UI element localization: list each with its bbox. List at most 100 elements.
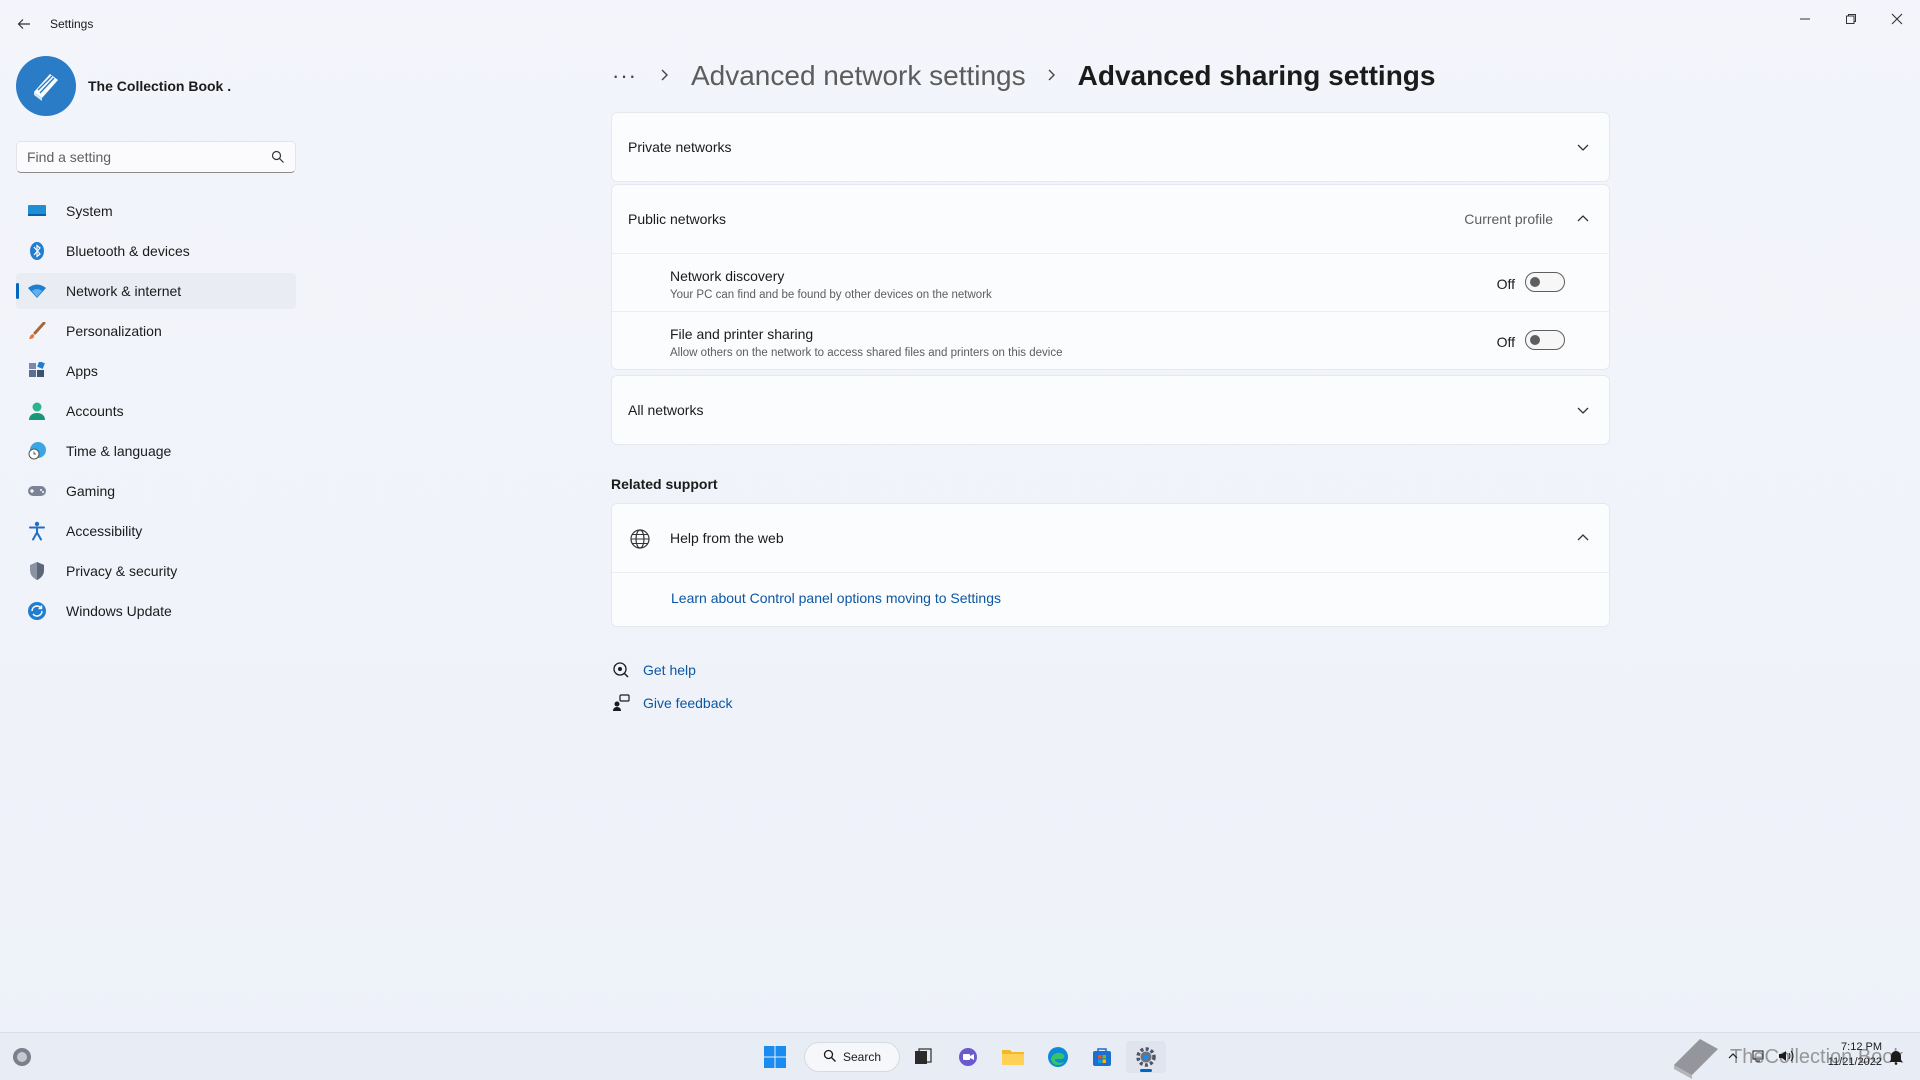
search-input[interactable] — [17, 142, 257, 172]
sidebar-item-bluetooth[interactable]: Bluetooth & devices — [16, 233, 296, 269]
network-discovery-toggle[interactable] — [1525, 272, 1565, 292]
sidebar-item-gaming[interactable]: Gaming — [16, 473, 296, 509]
chevron-down-icon[interactable] — [1575, 139, 1591, 155]
chevron-down-icon[interactable] — [1575, 402, 1591, 418]
help-from-web-header[interactable]: Help from the web — [612, 504, 1609, 572]
chat-icon[interactable] — [948, 1041, 988, 1073]
network-tray-icon[interactable] — [1752, 1049, 1768, 1066]
clock-time: 7:12 PM — [1841, 1041, 1882, 1053]
start-icon[interactable] — [755, 1041, 795, 1073]
book-watermark-icon — [1674, 1039, 1718, 1079]
widgets-icon[interactable] — [2, 1041, 42, 1073]
sidebar-item-label: System — [66, 203, 113, 219]
sidebar-item-network[interactable]: Network & internet — [16, 273, 296, 309]
settings-taskbar-icon[interactable] — [1126, 1041, 1166, 1073]
gamepad-icon — [26, 480, 48, 502]
divider — [612, 572, 1609, 573]
sidebar-item-privacy[interactable]: Privacy & security — [16, 553, 296, 589]
wifi-icon — [26, 280, 48, 302]
back-arrow-icon[interactable] — [14, 14, 34, 34]
help-chat-icon — [611, 660, 631, 680]
related-support-title: Related support — [611, 476, 718, 492]
search-icon[interactable] — [271, 150, 285, 164]
system-icon — [26, 200, 48, 222]
setting-title: File and printer sharing — [670, 326, 814, 342]
public-networks-label: Public networks — [628, 211, 727, 227]
edge-icon[interactable] — [1038, 1041, 1078, 1073]
profile-name: The Collection Book . — [88, 78, 232, 94]
taskbar-search-label: Search — [843, 1050, 882, 1064]
minimize-icon[interactable] — [1782, 4, 1828, 34]
get-help-label: Get help — [643, 662, 696, 678]
close-icon[interactable] — [1874, 4, 1920, 34]
toggle-knob — [1530, 277, 1540, 287]
control-panel-link[interactable]: Learn about Control panel options moving… — [671, 590, 1001, 606]
sidebar-item-windows-update[interactable]: Windows Update — [16, 593, 296, 629]
store-icon[interactable] — [1082, 1041, 1122, 1073]
breadcrumb: ··· Advanced network settings Advanced s… — [612, 54, 1436, 98]
breadcrumb-more-icon[interactable]: ··· — [612, 63, 637, 89]
file-printer-sharing-toggle[interactable] — [1525, 330, 1565, 350]
notification-icon[interactable] — [1878, 1041, 1914, 1073]
all-networks-card[interactable]: All networks — [611, 375, 1610, 445]
sidebar-item-label: Time & language — [66, 443, 172, 459]
chevron-up-icon[interactable] — [1728, 1051, 1738, 1064]
sidebar-item-label: Accounts — [66, 403, 124, 419]
sidebar-item-time-language[interactable]: Time & language — [16, 433, 296, 469]
sidebar-item-accessibility[interactable]: Accessibility — [16, 513, 296, 549]
book-icon — [34, 74, 58, 101]
volume-icon[interactable] — [1778, 1049, 1796, 1066]
restore-icon[interactable] — [1828, 4, 1874, 34]
shield-icon — [26, 560, 48, 582]
public-networks-card: Public networks Current profile Network … — [611, 184, 1610, 370]
give-feedback-link[interactable]: Give feedback — [611, 693, 733, 713]
system-tray — [1728, 1033, 1796, 1080]
user-profile[interactable]: The Collection Book . — [16, 56, 231, 116]
search-box[interactable] — [16, 141, 296, 173]
chevron-up-icon[interactable] — [1575, 211, 1591, 227]
clock[interactable]: 7:12 PM 11/21/2022 — [1812, 1040, 1882, 1070]
sidebar-item-accounts[interactable]: Accounts — [16, 393, 296, 429]
sidebar-item-system[interactable]: System — [16, 193, 296, 229]
sidebar-item-personalization[interactable]: Personalization — [16, 313, 296, 349]
title-bar: Settings — [0, 0, 1920, 48]
sidebar-item-label: Apps — [66, 363, 98, 379]
search-icon — [823, 1049, 837, 1066]
chevron-up-icon[interactable] — [1575, 530, 1591, 546]
setting-title: Network discovery — [670, 268, 785, 284]
private-networks-card[interactable]: Private networks — [611, 112, 1610, 182]
setting-description: Allow others on the network to access sh… — [670, 347, 1063, 359]
all-networks-header[interactable]: All networks — [612, 376, 1609, 444]
update-icon — [26, 600, 48, 622]
feedback-icon — [611, 693, 631, 713]
help-from-web-label: Help from the web — [670, 530, 784, 546]
task-view-icon[interactable] — [903, 1041, 943, 1073]
file-explorer-icon[interactable] — [993, 1041, 1033, 1073]
breadcrumb-advanced-network-settings[interactable]: Advanced network settings — [691, 60, 1026, 92]
give-feedback-label: Give feedback — [643, 695, 733, 711]
accessibility-icon — [26, 520, 48, 542]
sidebar-item-label: Personalization — [66, 323, 162, 339]
sidebar-item-label: Accessibility — [66, 523, 143, 539]
window-title: Settings — [50, 17, 94, 31]
public-networks-header[interactable]: Public networks Current profile — [612, 185, 1609, 253]
private-networks-label: Private networks — [628, 139, 732, 155]
sidebar-item-label: Windows Update — [66, 603, 172, 619]
taskbar-search-button[interactable]: Search — [804, 1042, 900, 1072]
chevron-right-icon — [659, 65, 671, 88]
avatar — [16, 56, 76, 116]
private-networks-header[interactable]: Private networks — [612, 113, 1609, 181]
current-profile-badge: Current profile — [1464, 211, 1553, 227]
file-printer-sharing-row: File and printer sharing Allow others on… — [612, 311, 1609, 369]
page-title: Advanced sharing settings — [1077, 60, 1436, 91]
sidebar-item-label: Bluetooth & devices — [66, 243, 190, 259]
sidebar-nav: System Bluetooth & devices Network & int… — [16, 193, 296, 633]
all-networks-label: All networks — [628, 402, 704, 418]
clock-date: 11/21/2022 — [1827, 1056, 1882, 1068]
globe-icon — [629, 528, 651, 550]
setting-description: Your PC can find and be found by other d… — [670, 289, 992, 301]
taskbar: Search TheCollection Book 7:12 PM 11/21/… — [0, 1032, 1920, 1080]
help-from-web-card: Help from the web — [611, 503, 1610, 627]
get-help-link[interactable]: Get help — [611, 660, 696, 680]
sidebar-item-apps[interactable]: Apps — [16, 353, 296, 389]
